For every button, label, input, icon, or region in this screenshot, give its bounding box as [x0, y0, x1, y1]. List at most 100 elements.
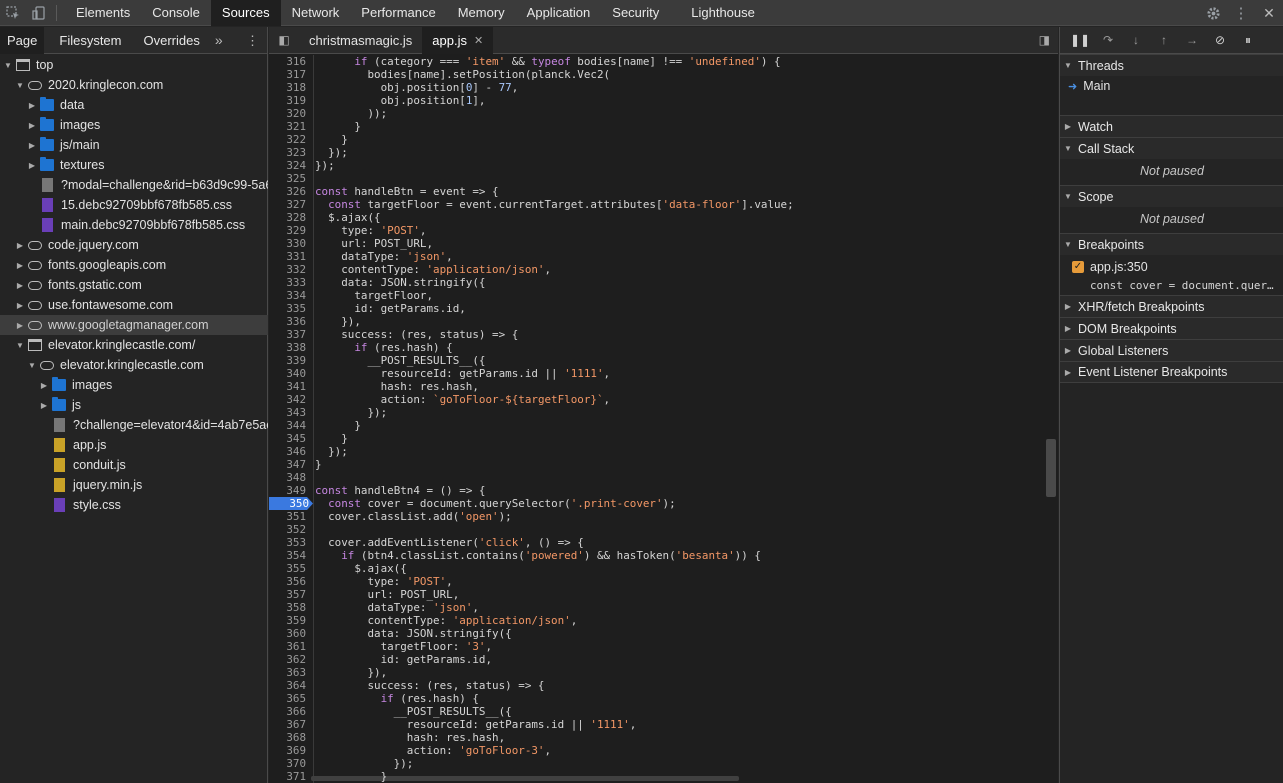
- tree-item[interactable]: ▼ elevator.kringlecastle.com/: [0, 335, 268, 355]
- tab-network[interactable]: Network: [281, 0, 351, 26]
- tab-christmasmagic-js[interactable]: christmasmagic.js: [299, 27, 422, 54]
- line-number[interactable]: 365: [269, 692, 310, 705]
- toggle-navigator-icon[interactable]: ◧: [269, 33, 299, 47]
- breakpoint-line-number[interactable]: 350: [269, 497, 313, 510]
- dom-breakpoints-section-header[interactable]: ▶ DOM Breakpoints: [1060, 317, 1283, 339]
- line-number[interactable]: 348: [269, 471, 310, 484]
- event-listener-breakpoints-section-header[interactable]: ▶ Event Listener Breakpoints: [1060, 361, 1283, 383]
- tree-item[interactable]: ▶ images: [0, 115, 268, 135]
- tab-console[interactable]: Console: [141, 0, 211, 26]
- tree-item[interactable]: ▶ code.jquery.com: [0, 235, 268, 255]
- tree-item[interactable]: jquery.min.js: [0, 475, 268, 495]
- line-number[interactable]: 336: [269, 315, 310, 328]
- line-number[interactable]: 337: [269, 328, 310, 341]
- line-number[interactable]: 331: [269, 250, 310, 263]
- line-number[interactable]: 339: [269, 354, 310, 367]
- line-number[interactable]: 335: [269, 302, 310, 315]
- more-tabs-chevron-icon[interactable]: »: [207, 32, 231, 48]
- line-number[interactable]: 346: [269, 445, 310, 458]
- line-number[interactable]: 321: [269, 120, 310, 133]
- tab-sources[interactable]: Sources: [210, 0, 281, 26]
- device-toolbar-icon[interactable]: [26, 0, 52, 26]
- step-icon[interactable]: →: [1178, 33, 1206, 47]
- line-number[interactable]: 354: [269, 549, 310, 562]
- line-number[interactable]: 317: [269, 68, 310, 81]
- line-number[interactable]: 352: [269, 523, 310, 536]
- tree-item[interactable]: ?challenge=elevator4&id=4ab7e5ae-: [0, 415, 268, 435]
- line-number[interactable]: 368: [269, 731, 310, 744]
- line-number[interactable]: 363: [269, 666, 310, 679]
- line-number[interactable]: 323: [269, 146, 310, 159]
- line-number[interactable]: 358: [269, 601, 310, 614]
- line-number[interactable]: 357: [269, 588, 310, 601]
- tree-item[interactable]: ▶ js: [0, 395, 268, 415]
- line-number[interactable]: 341: [269, 380, 310, 393]
- tab-memory[interactable]: Memory: [447, 0, 516, 26]
- global-listeners-section-header[interactable]: ▶ Global Listeners: [1060, 339, 1283, 361]
- tree-item[interactable]: style.css: [0, 495, 268, 515]
- line-number[interactable]: 347: [269, 458, 310, 471]
- line-number[interactable]: 371: [269, 770, 310, 783]
- close-devtools-icon[interactable]: ✕: [1255, 0, 1283, 26]
- tree-item[interactable]: ▶ fonts.googleapis.com: [0, 255, 268, 275]
- line-number[interactable]: 361: [269, 640, 310, 653]
- step-over-icon[interactable]: ↷: [1094, 33, 1122, 47]
- tab-app-js[interactable]: app.js ✕: [422, 26, 494, 54]
- line-number[interactable]: 320: [269, 107, 310, 120]
- scope-section-header[interactable]: ▼ Scope: [1060, 185, 1283, 207]
- line-number[interactable]: 329: [269, 224, 310, 237]
- toggle-debugger-icon[interactable]: ◨: [1039, 33, 1050, 47]
- tab-overrides[interactable]: Overrides: [137, 27, 207, 54]
- step-out-icon[interactable]: ↑: [1150, 33, 1178, 47]
- line-number[interactable]: 332: [269, 263, 310, 276]
- line-number[interactable]: 318: [269, 81, 310, 94]
- tree-item[interactable]: ▶ js/main: [0, 135, 268, 155]
- line-number[interactable]: 326: [269, 185, 310, 198]
- tree-item[interactable]: main.debc92709bbf678fb585.css: [0, 215, 268, 235]
- threads-section-header[interactable]: ▼ Threads: [1060, 54, 1283, 76]
- line-number[interactable]: 349: [269, 484, 310, 497]
- step-into-icon[interactable]: ↓: [1122, 33, 1150, 47]
- xhr-breakpoints-section-header[interactable]: ▶ XHR/fetch Breakpoints: [1060, 295, 1283, 317]
- inspect-element-icon[interactable]: [0, 0, 26, 26]
- line-number[interactable]: 328: [269, 211, 310, 224]
- line-number[interactable]: 359: [269, 614, 310, 627]
- tree-item[interactable]: ▶ images: [0, 375, 268, 395]
- tree-item[interactable]: ▼ top: [0, 55, 268, 75]
- line-number[interactable]: 367: [269, 718, 310, 731]
- tree-item[interactable]: ▼ 2020.kringlecon.com: [0, 75, 268, 95]
- tab-page[interactable]: Page: [0, 26, 45, 54]
- line-number[interactable]: 340: [269, 367, 310, 380]
- line-number[interactable]: 316: [269, 55, 310, 68]
- line-number[interactable]: 334: [269, 289, 310, 302]
- tree-item[interactable]: ▶ fonts.gstatic.com: [0, 275, 268, 295]
- tree-item[interactable]: ▶ www.googletagmanager.com: [0, 315, 268, 335]
- line-number[interactable]: 351: [269, 510, 310, 523]
- tree-item[interactable]: ▶ data: [0, 95, 268, 115]
- tree-item[interactable]: 15.debc92709bbf678fb585.css: [0, 195, 268, 215]
- line-number[interactable]: 343: [269, 406, 310, 419]
- line-number[interactable]: 342: [269, 393, 310, 406]
- call-stack-section-header[interactable]: ▼ Call Stack: [1060, 137, 1283, 159]
- line-number[interactable]: 360: [269, 627, 310, 640]
- line-number[interactable]: 344: [269, 419, 310, 432]
- line-number[interactable]: 369: [269, 744, 310, 757]
- breakpoints-section-header[interactable]: ▼ Breakpoints: [1060, 233, 1283, 255]
- tree-item[interactable]: conduit.js: [0, 455, 268, 475]
- line-number[interactable]: 325: [269, 172, 310, 185]
- code-area[interactable]: 316 if (category === 'item' && typeof bo…: [269, 55, 1058, 783]
- line-number[interactable]: 324: [269, 159, 310, 172]
- tree-item[interactable]: ▼ elevator.kringlecastle.com: [0, 355, 268, 375]
- line-number[interactable]: 370: [269, 757, 310, 770]
- tree-item[interactable]: ▶ use.fontawesome.com: [0, 295, 268, 315]
- tab-elements[interactable]: Elements: [65, 0, 141, 26]
- line-number[interactable]: 364: [269, 679, 310, 692]
- line-number[interactable]: 333: [269, 276, 310, 289]
- navigator-menu-icon[interactable]: ⋮: [246, 33, 259, 49]
- line-number[interactable]: 362: [269, 653, 310, 666]
- more-options-icon[interactable]: ⋮: [1227, 0, 1255, 26]
- line-number[interactable]: 356: [269, 575, 310, 588]
- line-number[interactable]: 366: [269, 705, 310, 718]
- tab-performance[interactable]: Performance: [350, 0, 446, 26]
- watch-section-header[interactable]: ▶ Watch: [1060, 115, 1283, 137]
